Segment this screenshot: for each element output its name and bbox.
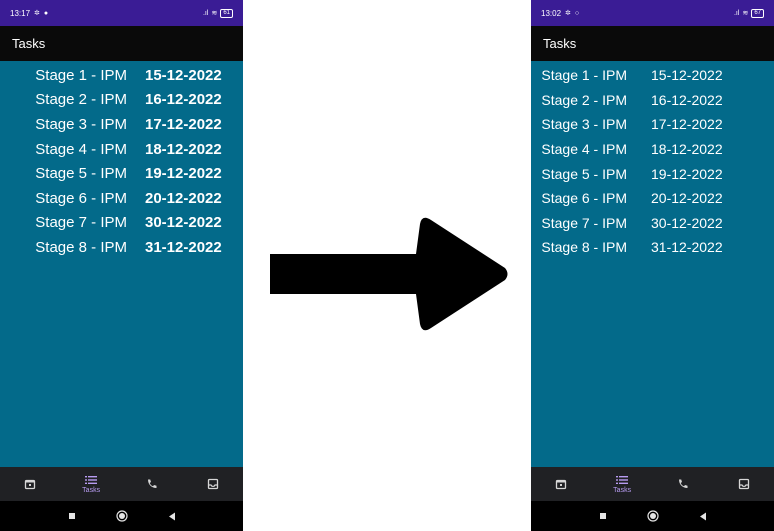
phone-icon: [147, 479, 157, 488]
recents-icon[interactable]: [599, 512, 607, 520]
task-name: Stage 5 - IPM: [35, 165, 127, 183]
list-item[interactable]: Stage 6 - IPM 20-12-2022: [531, 186, 774, 211]
list-item[interactable]: Stage 1 - IPM 15-12-2022: [531, 63, 774, 88]
list-item[interactable]: Stage 5 - IPM 19-12-2022: [531, 161, 774, 186]
list-icon: [616, 475, 629, 484]
inbox-icon: [738, 478, 749, 490]
task-date: 20-12-2022: [651, 190, 723, 207]
task-name: Stage 7 - IPM: [35, 214, 127, 232]
task-date: 16-12-2022: [651, 91, 723, 108]
task-name: Stage 3 - IPM: [35, 115, 127, 133]
list-item[interactable]: Stage 2 - IPM 16-12-2022: [531, 88, 774, 113]
nav-tasks-label: Tasks: [82, 486, 101, 494]
task-name: Stage 1 - IPM: [35, 66, 127, 84]
task-date: 20-12-2022: [145, 189, 222, 207]
app-bar: Tasks: [531, 26, 774, 61]
task-name: Stage 8 - IPM: [541, 239, 627, 256]
task-name: Stage 4 - IPM: [35, 140, 127, 158]
list-item[interactable]: Stage 4 - IPM 18-12-2022: [531, 137, 774, 162]
phone-icon: [678, 479, 688, 488]
task-name: Stage 8 - IPM: [35, 238, 127, 256]
signal-icon: .ıl: [733, 9, 740, 17]
app-bar: Tasks: [0, 26, 243, 61]
status-time: 13:17: [10, 8, 31, 18]
system-navigation-bar: [531, 501, 774, 531]
nav-tasks-label: Tasks: [613, 486, 632, 494]
back-icon[interactable]: [168, 512, 176, 521]
list-item[interactable]: Stage 6 - IPM 20-12-2022: [0, 186, 243, 211]
home-icon[interactable]: [646, 510, 659, 522]
phone-screen-after: 13:02 ✲ ○ .ıl ≋ 67 Tasks Stage 1 - IPM 15…: [531, 0, 774, 531]
nav-tasks[interactable]: Tasks: [66, 467, 116, 501]
task-date: 18-12-2022: [651, 141, 723, 158]
list-item[interactable]: Stage 7 - IPM 30-12-2022: [531, 211, 774, 236]
nav-inbox[interactable]: [188, 467, 238, 501]
list-icon: [85, 475, 98, 484]
task-date: 31-12-2022: [145, 238, 222, 256]
list-item[interactable]: Stage 2 - IPM 16-12-2022: [0, 88, 243, 113]
recents-icon[interactable]: [68, 512, 76, 520]
task-name: Stage 6 - IPM: [35, 189, 127, 207]
wifi-icon: ≋: [742, 10, 749, 17]
nav-calendar[interactable]: [536, 467, 586, 501]
wifi-icon: ≋: [211, 10, 218, 17]
list-item[interactable]: Stage 5 - IPM 19-12-2022: [0, 161, 243, 186]
status-time: 13:02: [541, 8, 562, 18]
list-item[interactable]: Stage 3 - IPM 17-12-2022: [531, 112, 774, 137]
right-arrow-icon: [270, 217, 508, 331]
task-list: Stage 1 - IPM 15-12-2022 Stage 2 - IPM 16-…: [0, 61, 243, 260]
page-title: Tasks: [543, 36, 577, 51]
list-item[interactable]: Stage 8 - IPM 31-12-2022: [0, 235, 243, 260]
task-name: Stage 5 - IPM: [541, 165, 627, 182]
list-item[interactable]: Stage 8 - IPM 31-12-2022: [531, 235, 774, 260]
task-date: 30-12-2022: [651, 214, 723, 231]
task-date: 15-12-2022: [651, 67, 723, 84]
inbox-icon: [207, 478, 218, 490]
signal-icon: .ıl: [202, 9, 209, 17]
calendar-icon: [25, 479, 36, 490]
battery-icon: 67: [751, 8, 764, 18]
task-date: 19-12-2022: [145, 165, 222, 183]
task-date: 15-12-2022: [145, 66, 222, 84]
sync-icon: ✲: [565, 10, 571, 17]
battery-icon: 61: [220, 8, 233, 18]
back-icon[interactable]: [699, 512, 707, 521]
home-icon[interactable]: [115, 510, 128, 522]
task-name: Stage 4 - IPM: [541, 141, 627, 158]
task-name: Stage 3 - IPM: [541, 116, 627, 133]
page-title: Tasks: [12, 36, 46, 51]
calendar-icon: [556, 479, 567, 490]
task-name: Stage 2 - IPM: [541, 91, 627, 108]
list-item[interactable]: Stage 1 - IPM 15-12-2022: [0, 63, 243, 88]
task-name: Stage 6 - IPM: [541, 190, 627, 207]
whatsapp-icon: ○: [574, 9, 580, 17]
list-item[interactable]: Stage 3 - IPM 17-12-2022: [0, 112, 243, 137]
nav-phone[interactable]: [127, 467, 177, 501]
message-icon: ●: [43, 9, 49, 17]
task-name: Stage 2 - IPM: [35, 91, 127, 109]
status-bar: 13:17 ✲ ● .ıl ≋ 61: [0, 0, 243, 26]
task-date: 16-12-2022: [145, 91, 222, 109]
system-navigation-bar: [0, 501, 243, 531]
task-list: Stage 1 - IPM 15-12-2022 Stage 2 - IPM 16-…: [531, 61, 774, 260]
task-name: Stage 7 - IPM: [541, 214, 627, 231]
task-date: 31-12-2022: [651, 239, 723, 256]
nav-calendar[interactable]: [5, 467, 55, 501]
status-bar: 13:02 ✲ ○ .ıl ≋ 67: [531, 0, 774, 26]
task-date: 17-12-2022: [145, 115, 222, 133]
task-date: 19-12-2022: [651, 165, 723, 182]
task-date: 18-12-2022: [145, 140, 222, 158]
nav-tasks[interactable]: Tasks: [597, 467, 647, 501]
list-item[interactable]: Stage 4 - IPM 18-12-2022: [0, 137, 243, 162]
nav-phone[interactable]: [658, 467, 708, 501]
task-name: Stage 1 - IPM: [541, 67, 627, 84]
bottom-navigation: Tasks: [531, 467, 774, 501]
task-date: 17-12-2022: [651, 116, 723, 133]
sync-icon: ✲: [34, 10, 40, 17]
task-date: 30-12-2022: [145, 214, 222, 232]
bottom-navigation: Tasks: [0, 467, 243, 501]
nav-inbox[interactable]: [719, 467, 769, 501]
phone-screen-before: 13:17 ✲ ● .ıl ≋ 61 Tasks Stage 1 - IPM 15…: [0, 0, 243, 531]
list-item[interactable]: Stage 7 - IPM 30-12-2022: [0, 211, 243, 236]
